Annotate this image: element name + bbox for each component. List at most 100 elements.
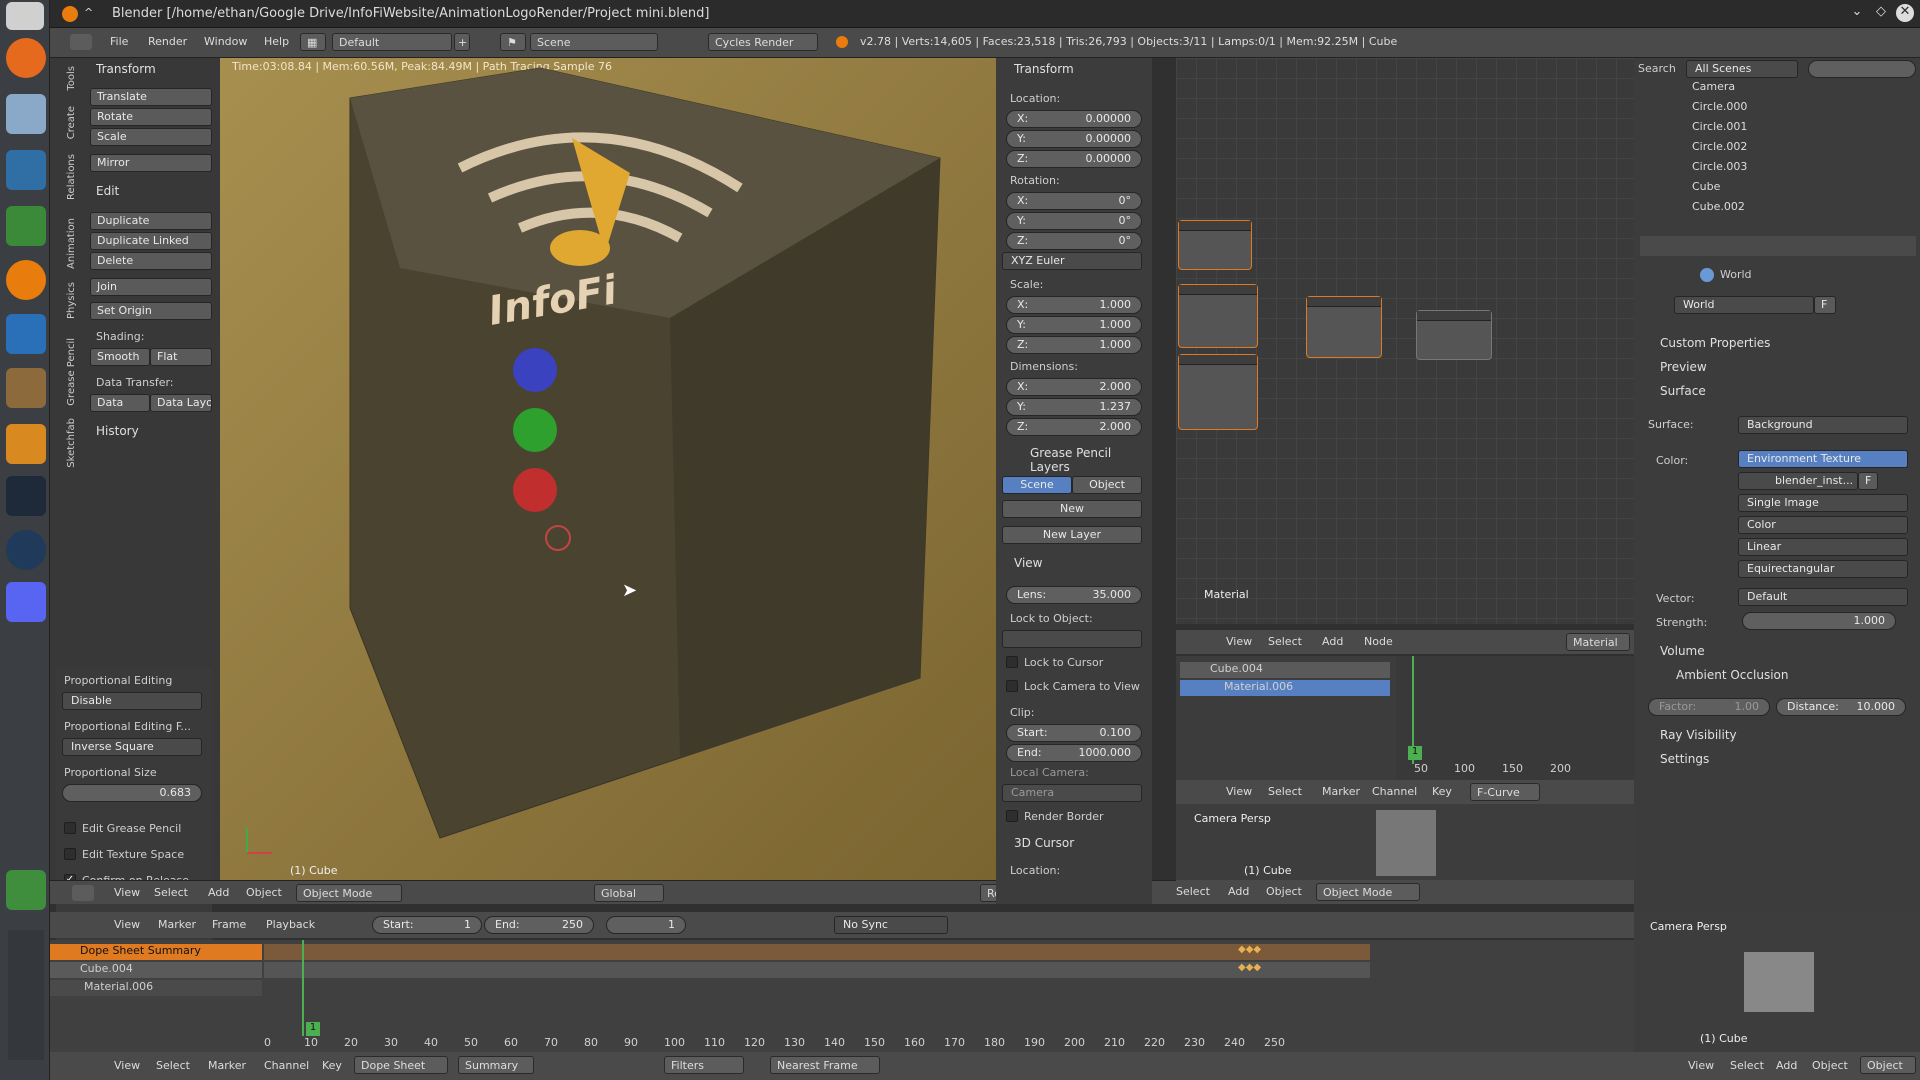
dimension-z-field[interactable]: Z: 2.000: [1006, 418, 1142, 436]
playhead[interactable]: [302, 940, 304, 1036]
menu-render[interactable]: Render: [148, 35, 187, 48]
lock-camera-checkbox[interactable]: [1006, 680, 1018, 692]
gp-new-layer-button[interactable]: New Layer: [1002, 526, 1142, 544]
graph-menu-channel[interactable]: Channel: [1372, 785, 1417, 798]
window-up-icon[interactable]: ^: [84, 6, 93, 19]
scene-select[interactable]: Scene: [530, 33, 658, 51]
tab-tools[interactable]: Tools: [66, 66, 82, 91]
graph-menu-select[interactable]: Select: [1268, 785, 1302, 798]
menu-file[interactable]: File: [110, 35, 128, 48]
channel-cube[interactable]: Cube.004: [50, 962, 262, 978]
view-panel-title[interactable]: View: [1014, 556, 1042, 570]
scale-x-field[interactable]: X: 1.000: [1006, 296, 1142, 314]
smooth-button[interactable]: Smooth: [90, 348, 150, 366]
3d-viewport[interactable]: Time:03:08.84 | Mem:60.56M, Peak:84.49M …: [220, 58, 996, 880]
channel-summary[interactable]: Dope Sheet Summary: [50, 944, 262, 960]
edit-panel-title[interactable]: Edit: [96, 184, 119, 198]
lens-field[interactable]: Lens: 35.000: [1006, 586, 1142, 604]
steam-icon[interactable]: [6, 530, 46, 570]
image-fake-user[interactable]: F: [1858, 472, 1878, 490]
edit-grease-checkbox[interactable]: [64, 822, 76, 834]
node-material-select[interactable]: Material: [1566, 633, 1630, 651]
scene-icon[interactable]: ⚑: [500, 33, 526, 51]
menu-help[interactable]: Help: [264, 35, 289, 48]
viewport-menu-add[interactable]: Add: [208, 886, 229, 899]
ao-factor-field[interactable]: Factor: 1.00: [1648, 698, 1770, 716]
strength-field[interactable]: 1.000: [1742, 612, 1896, 630]
ds-snap-select[interactable]: Nearest Frame: [770, 1056, 880, 1074]
start-frame-field[interactable]: Start: 1: [372, 916, 482, 934]
data-layout-button[interactable]: Data Layo: [150, 394, 212, 412]
color-select[interactable]: Environment Texture: [1738, 450, 1908, 468]
tab-relations[interactable]: Relations: [66, 154, 82, 200]
node-menu-add[interactable]: Add: [1322, 635, 1343, 648]
keyframes[interactable]: ◆◆◆: [1238, 944, 1261, 955]
properties-tabs[interactable]: [1640, 236, 1916, 256]
delete-button[interactable]: Delete: [90, 252, 212, 270]
gp-new-button[interactable]: New: [1002, 500, 1142, 518]
set-origin-button[interactable]: Set Origin: [90, 302, 212, 320]
duplicate-linked-button[interactable]: Duplicate Linked: [90, 232, 212, 250]
viewport-editor-type-icon[interactable]: [72, 885, 94, 901]
ds-mode-select[interactable]: Dope Sheet: [354, 1056, 448, 1074]
menu-window[interactable]: Window: [204, 35, 247, 48]
gp-object-button[interactable]: Object: [1072, 476, 1142, 494]
ds-filters-button[interactable]: Filters: [664, 1056, 744, 1074]
duplicate-button[interactable]: Duplicate: [90, 212, 212, 230]
scale-z-field[interactable]: Z: 1.000: [1006, 336, 1142, 354]
surface-select[interactable]: Background: [1738, 416, 1908, 434]
prop-edit-select[interactable]: Disable: [62, 692, 202, 710]
minimize-icon[interactable]: ⌄: [1848, 4, 1866, 22]
gp-scene-button[interactable]: Scene: [1002, 476, 1072, 494]
volume-section[interactable]: Volume: [1660, 644, 1705, 658]
n-transform-title[interactable]: Transform: [1014, 62, 1074, 76]
rotation-mode-select[interactable]: XYZ Euler: [1002, 252, 1142, 270]
current-frame-field[interactable]: 1: [606, 916, 686, 934]
camera-view-bottom[interactable]: Camera Persp (1) Cube: [1634, 912, 1920, 1052]
custom-properties-section[interactable]: Custom Properties: [1660, 336, 1770, 350]
cb-menu-view[interactable]: View: [1688, 1059, 1714, 1072]
outliner-item[interactable]: Circle.000: [1642, 100, 1902, 120]
clip-end-field[interactable]: End: 1000.000: [1006, 744, 1142, 762]
timeline-menu-marker[interactable]: Marker: [158, 918, 196, 931]
cb-menu-object[interactable]: Object: [1812, 1059, 1848, 1072]
scale-button[interactable]: Scale: [90, 128, 212, 146]
outliner-item[interactable]: Camera: [1642, 80, 1902, 100]
cam-menu-select[interactable]: Select: [1176, 885, 1210, 898]
close-icon[interactable]: ✕: [1896, 4, 1914, 22]
image-name-field[interactable]: blender_inst...: [1738, 472, 1858, 490]
transform-panel-title[interactable]: Transform: [96, 62, 156, 76]
viewport-menu-object[interactable]: Object: [246, 886, 282, 899]
cb-menu-select[interactable]: Select: [1730, 1059, 1764, 1072]
location-z-field[interactable]: Z: 0.00000: [1006, 150, 1142, 168]
history-panel-title[interactable]: History: [96, 424, 139, 438]
preview-section[interactable]: Preview: [1660, 360, 1707, 374]
ds-menu-view[interactable]: View: [114, 1059, 140, 1072]
translate-button[interactable]: Translate: [90, 88, 212, 106]
ds-summary-button[interactable]: Summary: [458, 1056, 534, 1074]
color-space-select[interactable]: Color: [1738, 516, 1908, 534]
terminal-icon[interactable]: [6, 476, 46, 516]
node-diffuse-bsdf[interactable]: [1178, 284, 1258, 348]
edit-texture-checkbox[interactable]: [64, 848, 76, 860]
clip-start-field[interactable]: Start: 0.100: [1006, 724, 1142, 742]
rotation-y-field[interactable]: Y: 0°: [1006, 212, 1142, 230]
add-layout-icon[interactable]: +: [454, 33, 470, 51]
rotation-z-field[interactable]: Z: 0°: [1006, 232, 1142, 250]
flat-button[interactable]: Flat: [150, 348, 212, 366]
prop-falloff-select[interactable]: Inverse Square: [62, 738, 202, 756]
graph-editor[interactable]: 1 50 100 150 200: [1396, 656, 1634, 780]
end-frame-field[interactable]: End: 250: [484, 916, 594, 934]
files-icon[interactable]: [6, 94, 46, 134]
viewport-menu-view[interactable]: View: [114, 886, 140, 899]
dimension-x-field[interactable]: X: 2.000: [1006, 378, 1142, 396]
node-mix-shader[interactable]: [1178, 220, 1252, 270]
media-player-icon[interactable]: [6, 424, 46, 464]
cam-mode-select[interactable]: Object Mode: [1316, 883, 1420, 901]
location-y-field[interactable]: Y: 0.00000: [1006, 130, 1142, 148]
graph-menu-key[interactable]: Key: [1432, 785, 1452, 798]
cam-menu-add[interactable]: Add: [1228, 885, 1249, 898]
list-item-cube[interactable]: Cube.004: [1180, 662, 1390, 678]
gimp-icon[interactable]: [6, 368, 46, 408]
outliner-item[interactable]: Cube.002: [1642, 200, 1902, 220]
